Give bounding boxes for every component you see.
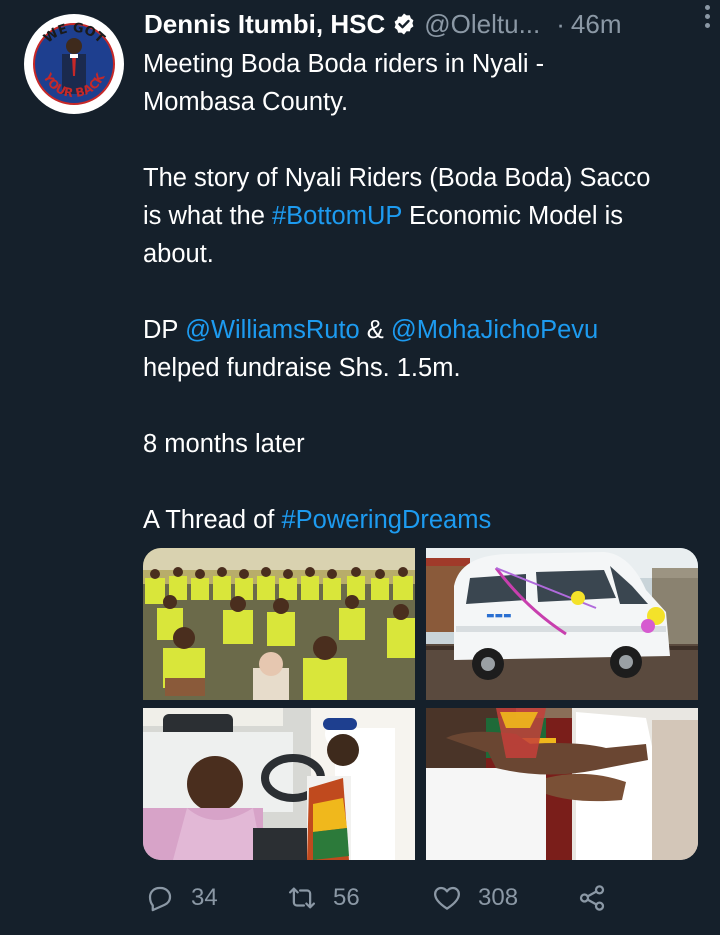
like-count: 308 (478, 884, 519, 911)
tweet[interactable]: WE GOT YOUR BACK Dennis Itumbi, HSC @Ole… (0, 0, 720, 935)
reply-button[interactable]: 34 (145, 876, 218, 920)
tweet-line: DP @WilliamsRuto & @MohaJichoPevu (143, 311, 708, 349)
retweet-icon (289, 887, 315, 909)
share-button[interactable] (577, 876, 607, 920)
avatar-image: WE GOT YOUR BACK (25, 15, 123, 113)
media-grid: ▬▬▬ (143, 548, 698, 860)
avatar[interactable]: WE GOT YOUR BACK (24, 14, 124, 114)
heart-icon (434, 886, 460, 910)
mention-williamsruto[interactable]: @WilliamsRuto (185, 316, 360, 344)
tweet-text: Meeting Boda Boda riders in Nyali - Momb… (143, 45, 708, 539)
tweet-line: The story of Nyali Riders (Boda Boda) Sa… (143, 164, 651, 192)
text-fragment: Economic Model is (401, 202, 624, 230)
tweet-timestamp[interactable]: 46m (571, 8, 622, 40)
reply-icon (148, 886, 172, 912)
hashtag-bottomup[interactable]: #BottomUP (272, 202, 402, 230)
retweet-button[interactable]: 56 (287, 876, 360, 920)
tweet-line: Meeting Boda Boda riders in Nyali - (143, 50, 545, 78)
author-handle[interactable]: @Oleltu... (424, 8, 540, 40)
photo-handshake[interactable] (426, 708, 698, 860)
mention-mohajichopevu[interactable]: @MohaJichoPevu (391, 316, 598, 344)
tweet-line: about. (143, 240, 214, 268)
more-options-icon[interactable] (698, 2, 716, 30)
tweet-line: A Thread of #PoweringDreams (143, 501, 708, 539)
reply-count: 34 (191, 884, 218, 911)
photo-man-driver-seat[interactable] (143, 708, 415, 860)
tweet-line: Mombasa County. (143, 88, 349, 116)
retweet-count: 56 (333, 884, 360, 911)
photo-riders-crowd[interactable] (143, 548, 415, 700)
text-fragment: A Thread of (143, 506, 282, 534)
tweet-line: is what the #BottomUP Economic Model is (143, 197, 708, 235)
tweet-line: 8 months later (143, 430, 305, 458)
share-icon (579, 885, 605, 911)
author-name[interactable]: Dennis Itumbi, HSC (144, 8, 385, 40)
tweet-actions: 34 56 308 (145, 876, 615, 920)
photo-white-van[interactable]: ▬▬▬ (426, 548, 698, 700)
text-fragment: & (359, 316, 391, 344)
verified-badge-icon (394, 13, 414, 35)
text-fragment: is what the (143, 202, 272, 230)
time-separator: · (556, 9, 565, 39)
text-fragment: DP (143, 316, 186, 344)
svg-text:▬▬▬: ▬▬▬ (486, 611, 512, 621)
like-button[interactable]: 308 (432, 876, 518, 920)
tweet-line: helped fundraise Shs. 1.5m. (143, 354, 461, 382)
hashtag-poweringdreams[interactable]: #PoweringDreams (281, 506, 491, 534)
tweet-header: Dennis Itumbi, HSC @Oleltu... · 46m (144, 8, 700, 40)
